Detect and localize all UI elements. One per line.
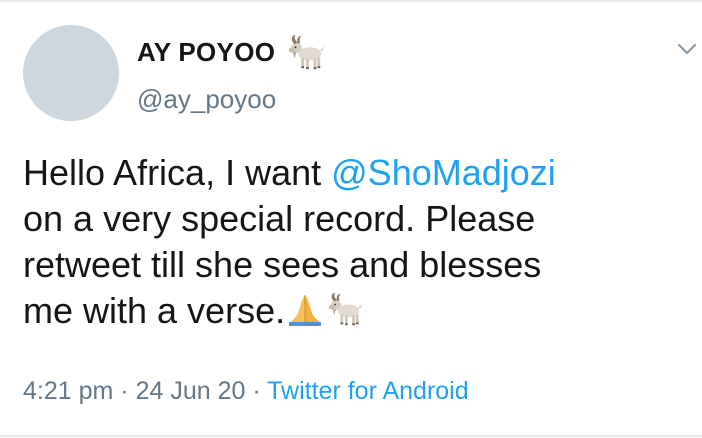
chevron-down-icon[interactable] (677, 42, 697, 56)
tweet-text-segment: me with a verse. (23, 290, 286, 331)
folded-hands-icon (289, 295, 322, 326)
avatar[interactable] (23, 25, 119, 121)
bottom-divider (0, 435, 702, 437)
tweet-source-link[interactable]: Twitter for Android (267, 377, 468, 405)
user-handle[interactable]: @ay_poyoo (137, 84, 276, 115)
goat-icon (288, 34, 325, 70)
tweet-line: on a very special record. Please (23, 198, 536, 239)
top-divider (0, 0, 702, 2)
tweet-line: me with a verse. (23, 288, 693, 334)
display-name[interactable]: AY POYOO (137, 37, 275, 68)
tweet-time[interactable]: 4:21 pm (23, 377, 113, 405)
tweet-line: retweet till she sees and blesses (23, 244, 542, 285)
mention-link[interactable]: @ShoMadjozi (331, 152, 556, 193)
tweet-date[interactable]: 24 Jun 20 (136, 377, 246, 405)
tweet-meta: 4:21 pm · 24 Jun 20 · Twitter for Androi… (23, 377, 469, 406)
tweet-body: Hello Africa, I want @ShoMadjozi on a ve… (23, 150, 693, 334)
tweet-text-segment: Hello Africa, I want (23, 152, 332, 193)
tweet-line: Hello Africa, I want @ShoMadjozi (23, 150, 693, 196)
goat-icon (328, 292, 363, 326)
meta-separator: · (245, 377, 268, 405)
meta-separator: · (113, 377, 136, 405)
